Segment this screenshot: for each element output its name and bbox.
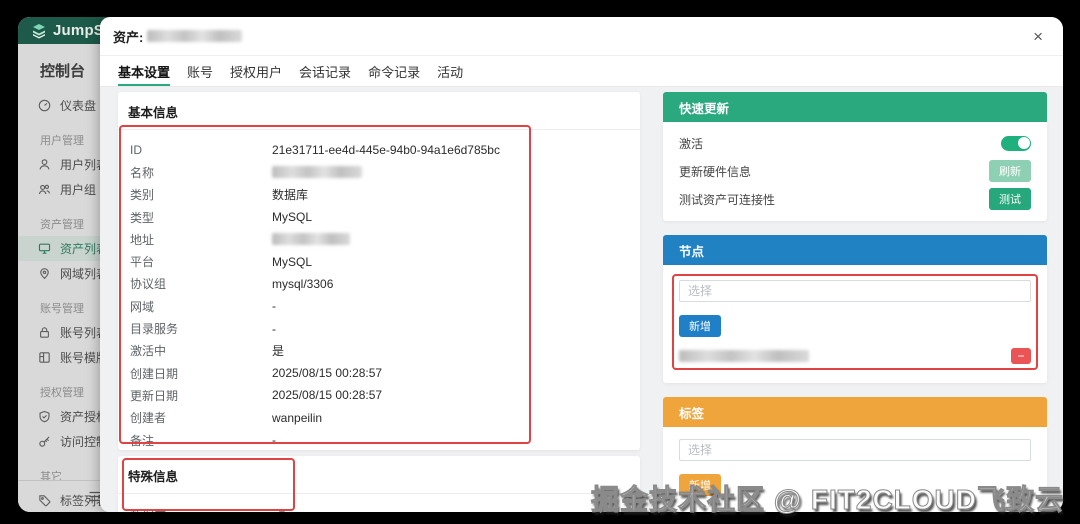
info-row-active: 激活中 是 bbox=[130, 344, 285, 359]
basic-info-card: 基本信息 ID 21e31711-ee4d-445e-94b0-94a1e6d7… bbox=[118, 92, 640, 450]
tags-body: 新增 bbox=[663, 427, 1047, 512]
asset-detail-modal: 资产: × 基本设置 账号 授权用户 会话记录 命令记录 活动 基本信息 ID … bbox=[100, 17, 1063, 512]
modal-header: 资产: × bbox=[100, 17, 1063, 56]
modal-body: 基本信息 ID 21e31711-ee4d-445e-94b0-94a1e6d7… bbox=[100, 87, 1063, 512]
info-row-database: 数据库 a7 bbox=[130, 507, 640, 513]
info-row-date-created: 创建日期 2025/08/15 00:28:57 bbox=[130, 366, 383, 381]
sidebar-item-label: 仪表盘 bbox=[60, 99, 97, 113]
test-button[interactable]: 测试 bbox=[989, 188, 1031, 210]
node-select-input[interactable] bbox=[679, 280, 1031, 302]
tags-select-input[interactable] bbox=[679, 439, 1031, 461]
info-row-domain: 网域 - bbox=[130, 299, 276, 314]
app-window: JumpServer 控制台 仪表盘 用户管理 用户列表 用户组 资产管理 资产… bbox=[18, 17, 1063, 512]
tags-header: 标签 bbox=[663, 397, 1047, 427]
info-row-comment: 备注 - bbox=[130, 433, 276, 448]
add-node-button[interactable]: 新增 bbox=[679, 315, 721, 337]
active-toggle[interactable] bbox=[1001, 135, 1031, 151]
modal-title: 资产: bbox=[113, 27, 243, 46]
shield-check-icon bbox=[37, 410, 51, 424]
info-row-protocols: 协议组 mysql/3306 bbox=[130, 276, 334, 292]
remove-node-button[interactable]: − bbox=[1011, 348, 1031, 364]
quick-update-row-hardware: 更新硬件信息 刷新 bbox=[679, 157, 1031, 185]
basic-info-title: 基本信息 bbox=[118, 92, 640, 130]
sidebar-item-label: 用户组 bbox=[60, 183, 97, 197]
side-panels-column: 快速更新 激活 更新硬件信息 刷新 测试资产可连接性 测试 节点 选择 新增 −… bbox=[663, 92, 1047, 512]
tab-session-records[interactable]: 会话记录 bbox=[299, 56, 351, 86]
add-tag-button[interactable]: 新增 bbox=[679, 474, 721, 496]
redacted-value bbox=[272, 233, 350, 246]
modal-title-prefix: 资产: bbox=[113, 29, 144, 45]
modal-tab-bar: 基本设置 账号 授权用户 会话记录 命令记录 活动 bbox=[100, 56, 1063, 87]
quick-update-row-connectivity: 测试资产可连接性 测试 bbox=[679, 185, 1031, 213]
redacted-asset-name bbox=[147, 30, 243, 42]
tags-card: 标签 新增 bbox=[663, 397, 1047, 512]
location-pin-icon bbox=[37, 267, 51, 281]
quick-update-row-active: 激活 bbox=[679, 129, 1031, 157]
template-icon bbox=[37, 351, 51, 365]
basic-info-column: 基本信息 ID 21e31711-ee4d-445e-94b0-94a1e6d7… bbox=[118, 92, 640, 512]
info-row-name: 名称 bbox=[130, 161, 640, 183]
tab-command-records[interactable]: 命令记录 bbox=[368, 56, 420, 86]
info-row-type: 类型 MySQL bbox=[130, 210, 313, 225]
screenshot-root: JumpServer 控制台 仪表盘 用户管理 用户列表 用户组 资产管理 资产… bbox=[0, 0, 1080, 524]
user-icon bbox=[37, 158, 51, 172]
tab-accounts[interactable]: 账号 bbox=[187, 56, 213, 86]
redacted-node-name bbox=[679, 350, 809, 362]
jumpserver-logo-icon bbox=[31, 23, 47, 39]
info-row-category: 类别 数据库 bbox=[130, 188, 309, 203]
basic-info-rows: ID 21e31711-ee4d-445e-94b0-94a1e6d785bc … bbox=[118, 130, 640, 451]
tab-basic-settings[interactable]: 基本设置 bbox=[118, 56, 171, 86]
dashboard-icon bbox=[37, 99, 51, 113]
quick-update-body: 激活 更新硬件信息 刷新 测试资产可连接性 测试 bbox=[663, 122, 1047, 221]
node-card: 节点 新增 − bbox=[663, 235, 1047, 383]
node-header: 节点 bbox=[663, 235, 1047, 265]
quick-update-header: 快速更新 bbox=[663, 92, 1047, 122]
special-info-card: 特殊信息 数据库 a7 bbox=[118, 456, 640, 512]
tab-activity[interactable]: 活动 bbox=[437, 56, 463, 86]
info-row-id: ID 21e31711-ee4d-445e-94b0-94a1e6d785bc bbox=[130, 143, 500, 158]
redacted-value bbox=[272, 166, 362, 179]
lock-icon bbox=[37, 326, 51, 340]
refresh-button[interactable]: 刷新 bbox=[989, 160, 1031, 182]
info-row-directory-service: 目录服务 - bbox=[130, 321, 276, 337]
info-row-platform: 平台 MySQL bbox=[130, 254, 313, 270]
special-info-title: 特殊信息 bbox=[118, 456, 640, 494]
tab-authorized-users[interactable]: 授权用户 bbox=[230, 56, 282, 86]
quick-update-card: 快速更新 激活 更新硬件信息 刷新 测试资产可连接性 测试 bbox=[663, 92, 1047, 221]
info-row-created-by: 创建者 wanpeilin bbox=[130, 410, 323, 426]
toggle-knob bbox=[1017, 137, 1030, 149]
users-icon bbox=[37, 183, 51, 197]
info-row-date-updated: 更新日期 2025/08/15 00:28:57 bbox=[130, 388, 383, 403]
key-icon bbox=[37, 435, 51, 449]
node-list-item: − bbox=[679, 348, 1031, 364]
node-body: 新增 − bbox=[663, 265, 1047, 383]
monitor-icon bbox=[37, 242, 51, 256]
close-icon[interactable]: × bbox=[1033, 28, 1043, 45]
info-row-address: 地址 bbox=[130, 228, 640, 250]
